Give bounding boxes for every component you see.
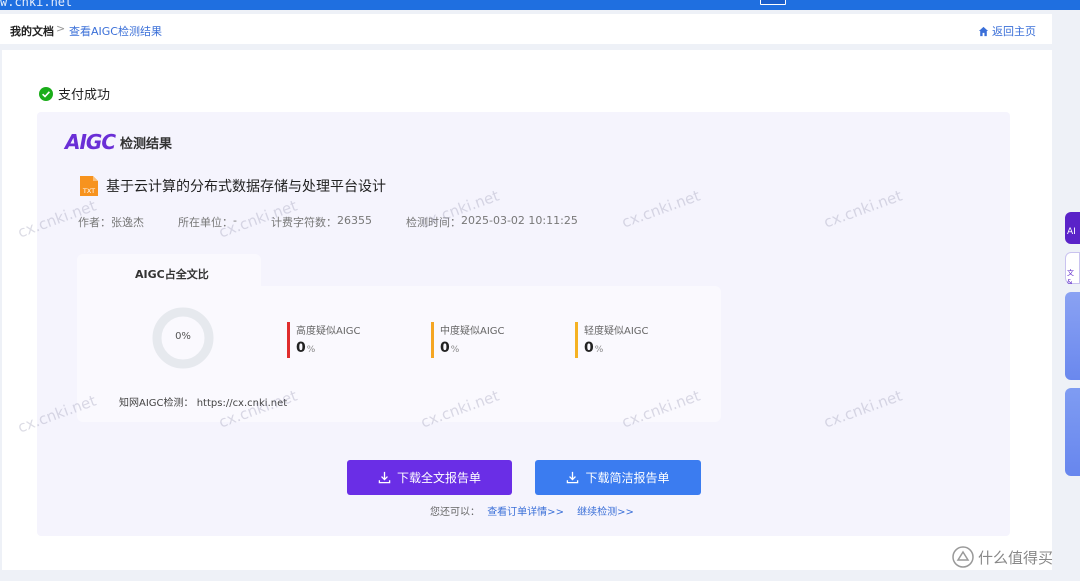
brand-text: 什么值得买 <box>978 548 1054 567</box>
home-icon <box>978 26 989 36</box>
order-detail-link[interactable]: 查看订单详情>> <box>487 507 564 518</box>
main-content: 支付成功 AIGC 检测结果 TXT 基于云计算的分布式数据存储与处理平台设计 … <box>2 50 1052 570</box>
payment-status-text: 支付成功 <box>58 88 111 103</box>
aigc-logo-mark: AIGC <box>65 130 116 154</box>
time-label: 检测时间： <box>405 216 461 229</box>
side-tool-ai[interactable]: AI <box>1065 212 1080 244</box>
metric-light-value: 0 <box>584 340 594 356</box>
side-tool-panel-1[interactable] <box>1065 292 1080 380</box>
side-tool-ai-label: AI <box>1067 227 1076 237</box>
check-circle-icon <box>39 86 53 101</box>
brand-icon <box>952 546 974 568</box>
browser-url: w.cnki.net <box>0 0 73 9</box>
metric-high-unit: % <box>306 345 316 355</box>
metric-medium-name: 中度疑似AIGC <box>440 326 505 337</box>
cnki-aigc-site-url[interactable]: https://cx.cnki.net <box>197 398 287 409</box>
download-brief-report-label: 下载简洁报告单 <box>585 471 670 485</box>
breadcrumb-current[interactable]: 查看AIGC检测结果 <box>69 23 162 39</box>
metric-medium: 中度疑似AIGC 0% <box>431 322 505 358</box>
result-panel: AIGC 检测结果 TXT 基于云计算的分布式数据存储与处理平台设计 作者： 张… <box>37 112 1010 536</box>
home-link[interactable]: 返回主页 <box>978 23 1036 39</box>
aigc-ratio-tab[interactable]: AIGC占全文比 <box>77 254 261 290</box>
metric-high-name: 高度疑似AIGC <box>296 326 361 337</box>
txt-file-icon: TXT <box>80 176 98 196</box>
metric-light-name: 轻度疑似AIGC <box>584 326 649 337</box>
document-title: 基于云计算的分布式数据存储与处理平台设计 <box>106 179 386 195</box>
side-tool-translate-label: 文& <box>1067 269 1074 286</box>
side-tool-translate[interactable]: 文& <box>1065 252 1080 286</box>
chars-value: 26355 <box>336 214 372 227</box>
txt-file-badge: TXT <box>82 187 95 195</box>
author-value: 张逸杰 <box>111 216 144 229</box>
more-actions-prefix: 您还可以： <box>430 507 480 518</box>
download-icon <box>567 471 579 484</box>
document-meta: 作者： 张逸杰 所在单位： - 计费字符数： 26355 检测时间： 2025-… <box>78 214 578 230</box>
document-title-row: TXT 基于云计算的分布式数据存储与处理平台设计 <box>78 175 386 197</box>
download-brief-report-button[interactable]: 下载简洁报告单 <box>535 460 701 495</box>
download-full-report-label: 下载全文报告单 <box>396 471 481 485</box>
metric-high-value: 0 <box>296 340 306 356</box>
breadcrumb-my-docs[interactable]: 我的文档 <box>10 23 54 39</box>
brand-watermark: 什么值得买 <box>952 546 1053 568</box>
aigc-logo: AIGC 检测结果 <box>65 130 172 154</box>
aigc-ratio-card: AIGC占全文比 0% 高度疑似AIGC 0% 中度疑似AIGC 0% 轻度疑似… <box>77 254 721 422</box>
author-label: 作者： <box>78 216 111 229</box>
metric-medium-value: 0 <box>440 340 450 356</box>
metric-high: 高度疑似AIGC 0% <box>287 322 361 358</box>
unit-value: - <box>233 214 237 227</box>
home-link-label: 返回主页 <box>992 25 1036 38</box>
continue-check-link[interactable]: 继续检测>> <box>577 507 634 518</box>
unit-label: 所在单位： <box>178 216 233 229</box>
side-tool-panel-2[interactable] <box>1065 388 1080 476</box>
more-actions: 您还可以： 查看订单详情>> 继续检测>> <box>430 503 634 518</box>
metric-light-unit: % <box>594 345 604 355</box>
chars-label: 计费字符数： <box>270 216 337 229</box>
browser-top-bar: w.cnki.net <box>0 0 1080 10</box>
download-icon <box>378 471 391 484</box>
metric-light: 轻度疑似AIGC 0% <box>575 322 649 358</box>
aigc-ratio-overall: 0% <box>175 331 191 342</box>
aigc-ratio-tab-label: AIGC占全文比 <box>135 268 209 281</box>
breadcrumb: 我的文档 > 查看AIGC检测结果 返回主页 <box>0 14 1052 44</box>
breadcrumb-separator: > <box>56 22 66 35</box>
aigc-ratio-body: 0% 高度疑似AIGC 0% 中度疑似AIGC 0% 轻度疑似AIGC 0% 知… <box>77 286 721 422</box>
payment-status: 支付成功 <box>39 84 110 103</box>
time-value: 2025-03-02 10:11:25 <box>460 214 578 227</box>
download-full-report-button[interactable]: 下载全文报告单 <box>347 460 512 495</box>
result-section-title: 检测结果 <box>120 136 173 152</box>
cnki-aigc-site: 知网AIGC检测： https://cx.cnki.net <box>119 394 287 409</box>
metric-medium-unit: % <box>450 345 460 355</box>
browser-tab-button[interactable] <box>760 0 786 5</box>
cnki-aigc-site-label: 知网AIGC检测： <box>119 398 194 409</box>
